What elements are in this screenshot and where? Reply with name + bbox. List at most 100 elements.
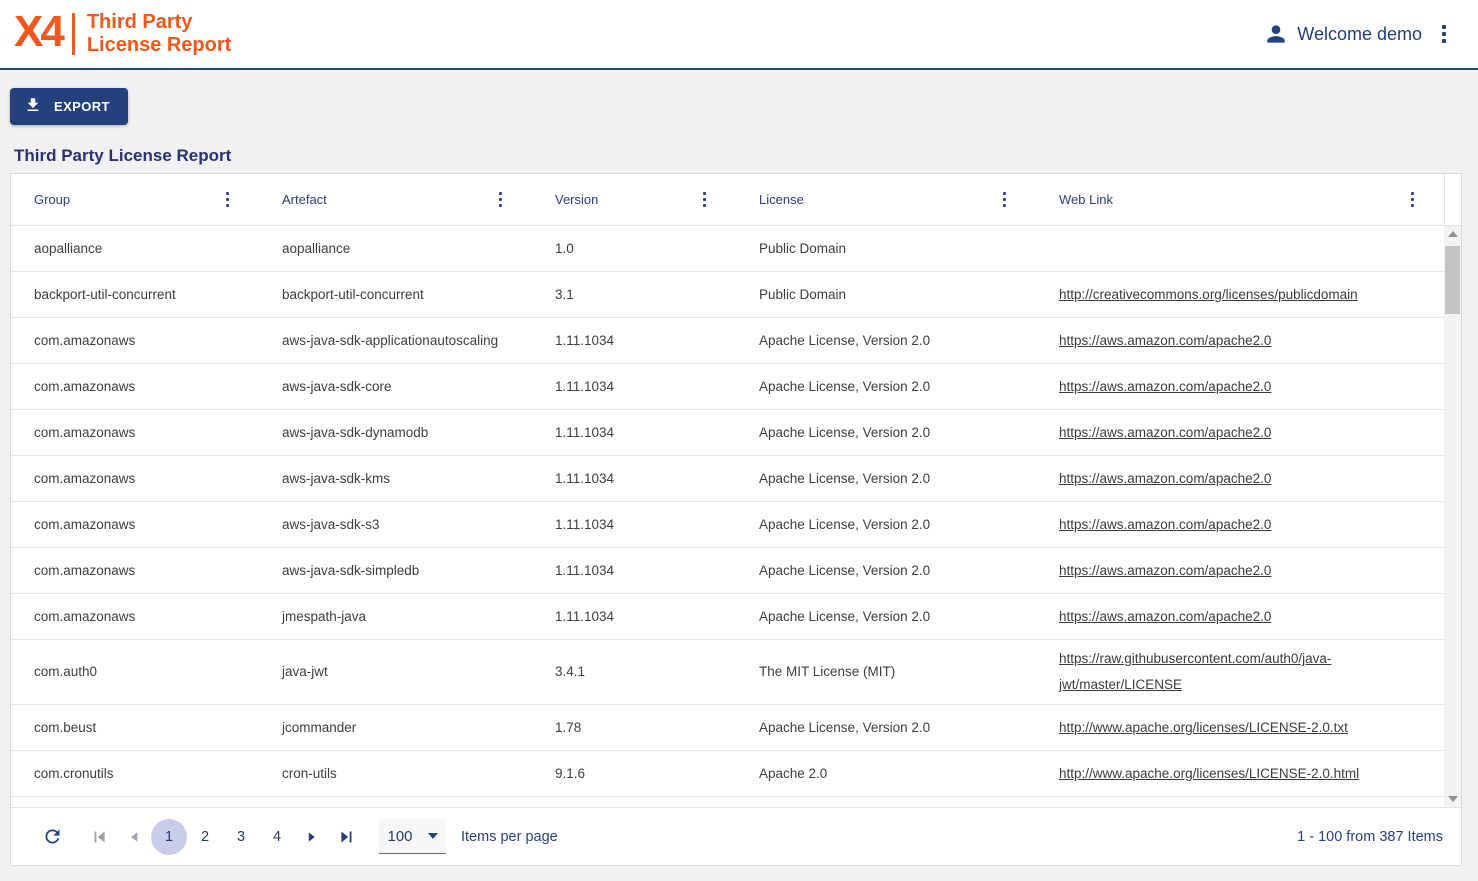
- cell-license: Apache License, Version 2.0: [736, 318, 1036, 363]
- web-link[interactable]: https://aws.amazon.com/apache2.0: [1059, 466, 1271, 492]
- table-header-corner: [1444, 174, 1461, 225]
- web-link[interactable]: https://aws.amazon.com/apache2.0: [1059, 374, 1271, 400]
- cell-text: 1.78: [555, 715, 581, 741]
- column-menu-icon[interactable]: [697, 187, 712, 212]
- web-link[interactable]: https://raw.githubusercontent.com/auth0/…: [1059, 646, 1420, 698]
- cell-text: 1.11.1034: [555, 512, 614, 538]
- license-table-card: GroupArtefactVersionLicenseWeb Link aopa…: [10, 173, 1462, 866]
- items-per-page-select[interactable]: 100: [379, 819, 446, 854]
- page-button-3[interactable]: 3: [223, 819, 259, 855]
- cell-text: com.amazonaws: [34, 512, 135, 538]
- cell-version: 1.11.1034: [532, 548, 736, 593]
- cell-text: aws-java-sdk-s3: [282, 512, 380, 538]
- page-button-4[interactable]: 4: [259, 819, 295, 855]
- cell-artefact: aws-java-sdk-dynamodb: [259, 410, 532, 455]
- cell-text: aws-java-sdk-applicationautoscaling: [282, 328, 498, 354]
- cell-text: Public Domain: [759, 236, 846, 262]
- cell-license: Apache License, Version 2.0: [736, 456, 1036, 501]
- items-per-page-value: 100: [387, 828, 412, 845]
- web-link[interactable]: https://aws.amazon.com/apache2.0: [1059, 604, 1271, 630]
- cell-artefact: aws-java-sdk-applicationautoscaling: [259, 318, 532, 363]
- column-header-label: Version: [555, 192, 598, 207]
- cell-text: com.cronutils: [34, 761, 114, 787]
- cell-text: com.amazonaws: [34, 374, 135, 400]
- scrollbar-thumb[interactable]: [1445, 246, 1460, 314]
- cell-group: com.amazonaws: [11, 364, 259, 409]
- cell-group: com.amazonaws: [11, 410, 259, 455]
- export-button[interactable]: EXPORT: [10, 88, 128, 125]
- column-header-label: Artefact: [282, 192, 327, 207]
- table-row: com.cronutilscron-utils9.1.6Apache 2.0ht…: [11, 751, 1444, 797]
- app-title-line1: Third Party: [87, 11, 231, 34]
- cell-version: 1.11.1034: [532, 502, 736, 547]
- cell-text: Apache License, Version 2.0: [759, 558, 930, 584]
- cell-artefact: backport-util-concurrent: [259, 272, 532, 317]
- cell-text: 1.11.1034: [555, 466, 614, 492]
- column-menu-icon[interactable]: [493, 187, 508, 212]
- cell-text: Apache License, Version 2.0: [759, 328, 930, 354]
- cell-version: 1.11.1034: [532, 410, 736, 455]
- cell-artefact: aws-java-sdk-kms: [259, 456, 532, 501]
- web-link[interactable]: https://aws.amazon.com/apache2.0: [1059, 420, 1271, 446]
- web-link[interactable]: http://www.apache.org/licenses/LICENSE-2…: [1059, 761, 1359, 787]
- cell-license: Apache License, Version 2.0: [736, 705, 1036, 750]
- cell-text: 9.1.6: [555, 761, 585, 787]
- cell-web-link: http://www.apache.org/licenses/LICENSE-2…: [1036, 705, 1444, 750]
- items-per-page-label: Items per page: [461, 829, 558, 845]
- cell-text: 1.11.1034: [555, 604, 614, 630]
- column-menu-icon[interactable]: [220, 187, 235, 212]
- cell-artefact: jmespath-java: [259, 594, 532, 639]
- web-link[interactable]: https://aws.amazon.com/apache2.0: [1059, 558, 1271, 584]
- web-link[interactable]: https://aws.amazon.com/apache2.0: [1059, 512, 1271, 538]
- cell-web-link: https://aws.amazon.com/apache2.0: [1036, 594, 1444, 639]
- cell-text: Apache License, Version 2.0: [759, 715, 930, 741]
- scrollbar-down-arrow-icon[interactable]: [1444, 791, 1461, 807]
- previous-page-icon[interactable]: [117, 820, 151, 854]
- column-header-license: License: [736, 174, 1036, 225]
- first-page-icon[interactable]: [83, 820, 117, 854]
- cell-web-link: https://aws.amazon.com/apache2.0: [1036, 410, 1444, 455]
- refresh-icon[interactable]: [35, 820, 69, 854]
- cell-text: 1.11.1034: [555, 374, 614, 400]
- cell-license: Public Domain: [736, 272, 1036, 317]
- cell-text: Apache 2.0: [759, 761, 827, 787]
- page-button-2[interactable]: 2: [187, 819, 223, 855]
- column-header-version: Version: [532, 174, 736, 225]
- column-menu-icon[interactable]: [997, 187, 1012, 212]
- welcome-text: Welcome demo: [1297, 24, 1422, 45]
- cell-version: 3.1: [532, 272, 736, 317]
- last-page-icon[interactable]: [329, 820, 363, 854]
- web-link[interactable]: http://www.apache.org/licenses/LICENSE-2…: [1059, 715, 1348, 741]
- cell-text: com.amazonaws: [34, 604, 135, 630]
- scrollbar-up-arrow-icon[interactable]: [1444, 226, 1461, 242]
- column-menu-icon[interactable]: [1405, 187, 1420, 212]
- cell-web-link: [1036, 226, 1444, 271]
- cell-web-link: https://aws.amazon.com/apache2.0: [1036, 502, 1444, 547]
- web-link[interactable]: https://aws.amazon.com/apache2.0: [1059, 328, 1271, 354]
- cell-text: com.auth0: [34, 659, 97, 685]
- page-button-1[interactable]: 1: [151, 819, 187, 855]
- cell-version: 1.11.1034: [532, 456, 736, 501]
- vertical-scrollbar[interactable]: [1444, 226, 1461, 807]
- cell-text: Apache License, Version 2.0: [759, 466, 930, 492]
- cell-text: jcommander: [282, 715, 356, 741]
- download-icon: [24, 96, 42, 117]
- table-row: com.auth0java-jwt3.4.1The MIT License (M…: [11, 640, 1444, 705]
- cell-text: aws-java-sdk-simpledb: [282, 558, 419, 584]
- pagination-bar: 1234 100 Items per page 1 - 100 from 387…: [11, 807, 1461, 865]
- cell-text: jmespath-java: [282, 604, 366, 630]
- cell-license: The MIT License (MIT): [736, 640, 1036, 704]
- web-link[interactable]: http://creativecommons.org/licenses/publ…: [1059, 282, 1358, 308]
- table-row: backport-util-concurrentbackport-util-co…: [11, 272, 1444, 318]
- cell-group: com.cronutils: [11, 751, 259, 796]
- kebab-menu-icon[interactable]: [1436, 19, 1452, 49]
- cell-text: com.amazonaws: [34, 328, 135, 354]
- cell-text: java-jwt: [282, 659, 328, 685]
- cell-group: com.auth0: [11, 640, 259, 704]
- table-row: aopallianceaopalliance1.0Public Domain: [11, 226, 1444, 272]
- cell-web-link: https://raw.githubusercontent.com/auth0/…: [1036, 640, 1444, 704]
- column-header-artefact: Artefact: [259, 174, 532, 225]
- cell-group: backport-util-concurrent: [11, 272, 259, 317]
- next-page-icon[interactable]: [295, 820, 329, 854]
- export-button-label: EXPORT: [54, 99, 110, 114]
